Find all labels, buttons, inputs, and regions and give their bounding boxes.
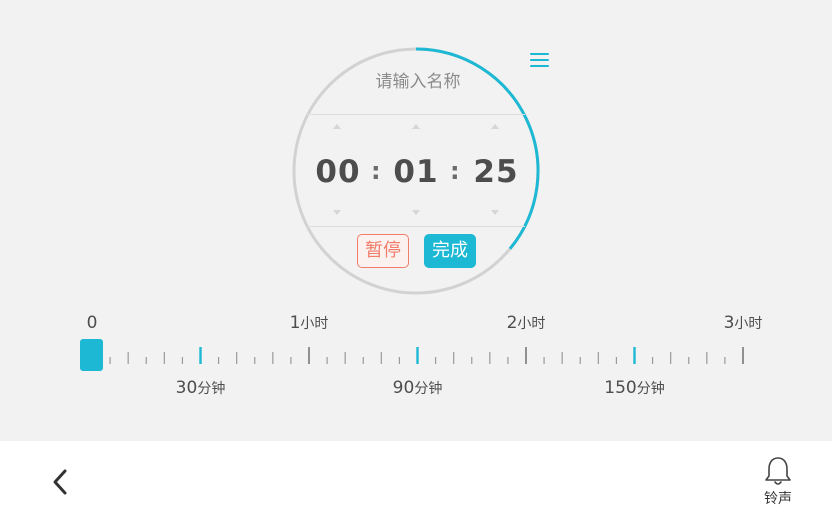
timer-main-panel: 00 : 01 : 25 暂停 完成 01小时2小时3小时 30分钟90分钟15…: [0, 0, 832, 441]
ringtone-button[interactable]: 铃声: [756, 455, 800, 509]
ringtone-label: 铃声: [764, 491, 792, 507]
duration-ruler[interactable]: [0, 0, 832, 441]
ruler-label: 150分钟: [604, 378, 665, 398]
ruler-slider-handle[interactable]: [80, 339, 103, 371]
bell-icon: [765, 457, 791, 485]
ruler-label: 90分钟: [392, 378, 443, 398]
chevron-left-icon[interactable]: [48, 468, 72, 496]
bottom-bar: [0, 441, 832, 520]
ruler-label: 30分钟: [175, 378, 226, 398]
